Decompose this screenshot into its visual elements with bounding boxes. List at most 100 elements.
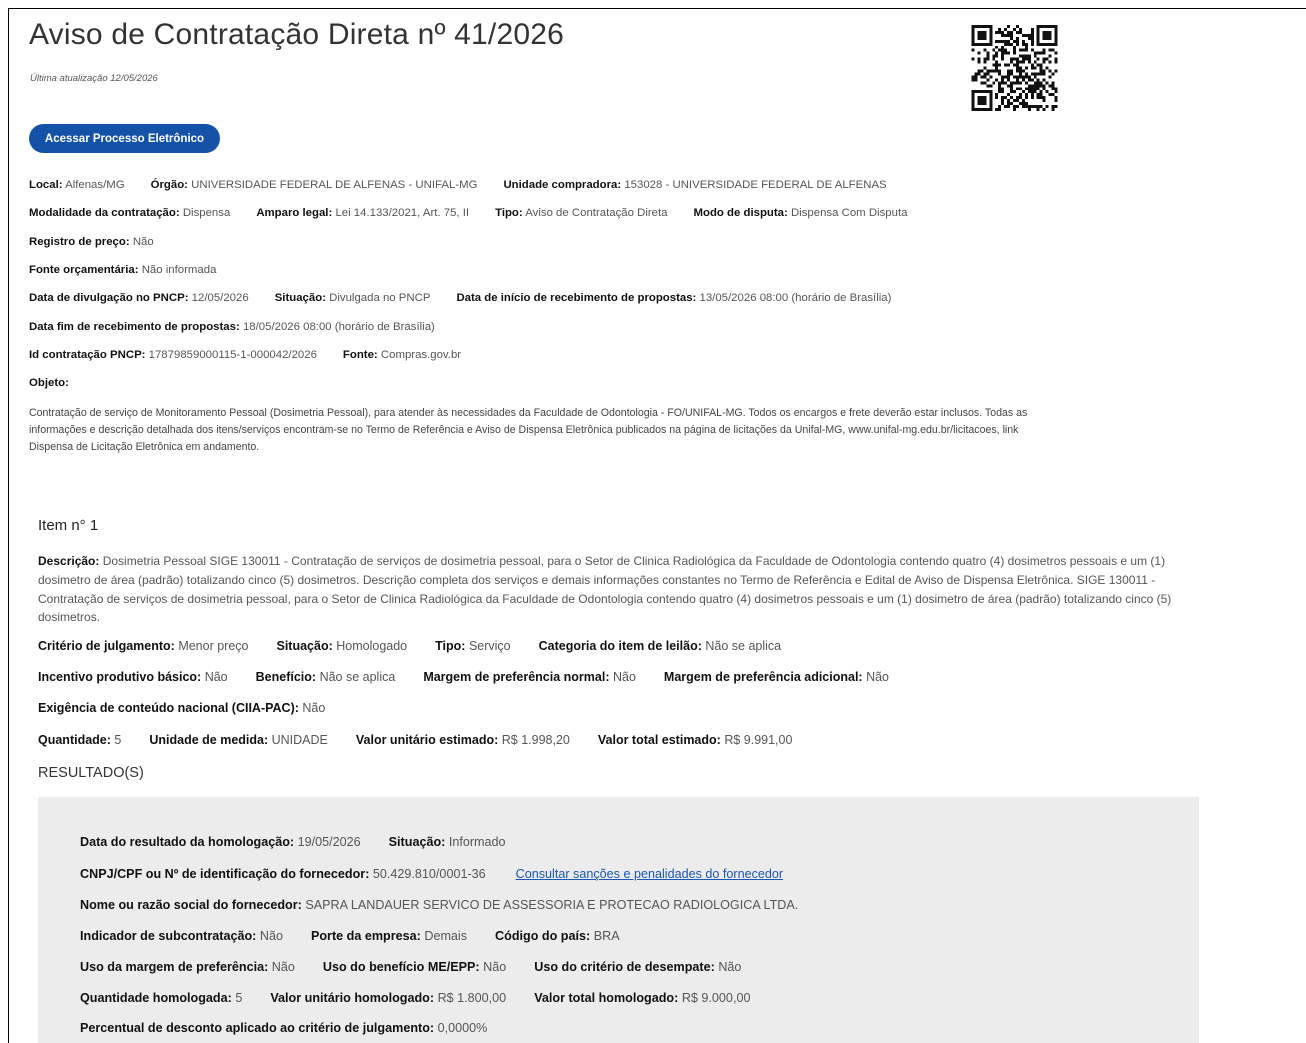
- field-label: Benefício:: [255, 670, 317, 684]
- field-unidade-compradora: Unidade compradora: 153028 - UNIVERSIDAD…: [503, 179, 886, 191]
- field-value: 19/05/2026: [297, 835, 361, 849]
- field-quantidade: Quantidade: 5: [38, 733, 121, 747]
- field-value: R$ 1.998,20: [501, 733, 570, 747]
- field-unidade-de-medida: Unidade de medida: UNIDADE: [149, 733, 328, 747]
- field-orgao: Órgão: UNIVERSIDADE FEDERAL DE ALFENAS -…: [151, 179, 478, 191]
- field-label: Quantidade:: [38, 733, 111, 747]
- field-label: Modo de disputa:: [693, 207, 788, 219]
- field-value: Não: [259, 929, 283, 943]
- field-label: Critério de julgamento:: [38, 639, 175, 653]
- field-label: Indicador de subcontratação:: [80, 929, 257, 943]
- field-nome-ou-razao-social-do-fornecedor: Nome ou razão social do fornecedor: SAPR…: [80, 898, 798, 912]
- result-panel: Data do resultado da homologação: 19/05/…: [38, 797, 1199, 1043]
- field-label: Local:: [29, 179, 63, 191]
- item-title: Item n° 1: [38, 517, 99, 534]
- item-description-label: Descrição:: [38, 554, 100, 568]
- objeto-text: Contratação de serviço de Monitoramento …: [29, 407, 1028, 453]
- field-value: Não: [483, 960, 507, 974]
- item-description: Descrição: Dosimetria Pessoal SIGE 13001…: [38, 552, 1203, 627]
- field-label: Data de divulgação no PNCP:: [29, 292, 189, 304]
- field-data-de-divulgacao-no-pncp: Data de divulgação no PNCP: 12/05/2026: [29, 292, 249, 304]
- field-valor-unitario-estimado: Valor unitário estimado: R$ 1.998,20: [356, 733, 570, 747]
- field-value: Divulgada no PNCP: [329, 292, 431, 304]
- field-value: Não: [271, 960, 295, 974]
- item-description-text: Dosimetria Pessoal SIGE 130011 - Contrat…: [38, 554, 1172, 625]
- field-value: Homologado: [336, 639, 408, 653]
- field-local: Local: Alfenas/MG: [29, 179, 125, 191]
- field-valor-total-estimado: Valor total estimado: R$ 9.991,00: [598, 733, 793, 747]
- field-label: Valor total estimado:: [597, 733, 721, 747]
- prow-line: Data do resultado da homologação: 19/05/…: [80, 835, 534, 849]
- field-margem-de-preferencia-adicional: Margem de preferência adicional: Não: [664, 670, 889, 684]
- field-registro-de-preco: Registro de preço: Não: [29, 236, 154, 248]
- field-label: Categoria do item de leilão:: [538, 639, 702, 653]
- field-value: BRA: [593, 929, 620, 943]
- field-value: Não informada: [141, 264, 217, 276]
- field-value: Não: [302, 701, 326, 715]
- field-label: Fonte:: [342, 349, 378, 361]
- field-label: Valor unitário homologado:: [270, 991, 435, 1005]
- field-value: Não: [132, 236, 154, 248]
- field-value: Compras.gov.br: [380, 349, 462, 361]
- field-label: Uso da margem de preferência:: [80, 960, 269, 974]
- field-uso-da-margem-de-preferencia: Uso da margem de preferência: Não: [80, 960, 295, 974]
- field-label: Órgão:: [150, 179, 188, 191]
- row-line: Registro de preço: Não: [29, 236, 180, 248]
- field-id-contratacao-pncp: Id contratação PNCP: 17879859000115-1-00…: [29, 349, 317, 361]
- prow-line: Percentual de desconto aplicado ao crité…: [80, 1021, 515, 1035]
- row-line: Data de divulgação no PNCP: 12/05/2026 Si…: [29, 292, 917, 304]
- field-label: Quantidade homologada:: [80, 991, 232, 1005]
- field-situacao: Situação: Divulgada no PNCP: [275, 292, 431, 304]
- field-value: Lei 14.133/2021, Art. 75, II: [335, 207, 470, 219]
- field-tipo: Tipo: Serviço: [435, 639, 511, 653]
- field-label: Valor total homologado:: [534, 991, 679, 1005]
- field-value: R$ 9.000,00: [681, 991, 751, 1005]
- field-value: Não se aplica: [319, 670, 396, 684]
- field-label: Código do país:: [495, 929, 591, 943]
- field-label: Data do resultado da homologação:: [80, 835, 295, 849]
- field-value: SAPRA LANDAUER SERVICO DE ASSESSORIA E P…: [305, 898, 799, 912]
- field-label: Data fim de recebimento de propostas:: [29, 321, 240, 333]
- field-value: Não: [612, 670, 636, 684]
- field-value: Demais: [424, 929, 468, 943]
- field-label: Tipo:: [495, 207, 523, 219]
- prow-line: Quantidade homologada: 5 Valor unitário h…: [80, 991, 778, 1005]
- field-exigencia-de-conteudo-nacional-ciia-pac: Exigência de conteúdo nacional (CIIA-PAC…: [38, 701, 325, 715]
- field-value: 50.429.810/0001-36: [372, 867, 486, 881]
- field-situacao: Situação: Informado: [389, 835, 506, 849]
- field-label: Tipo:: [435, 639, 466, 653]
- field-value: UNIDADE: [271, 733, 328, 747]
- field-value: Não se aplica: [705, 639, 782, 653]
- prow-line: Uso da margem de preferência: Não Uso do …: [80, 960, 769, 974]
- row-line: Id contratação PNCP: 17879859000115-1-00…: [29, 349, 487, 361]
- last-update: Última atualização 12/05/2026: [30, 73, 158, 84]
- field-value: Serviço: [468, 639, 511, 653]
- field-situacao: Situação: Homologado: [277, 639, 408, 653]
- field-label: Nome ou razão social do fornecedor:: [80, 898, 302, 912]
- row-line: Modalidade da contratação: Dispensa Ampar…: [29, 207, 933, 219]
- field-fonte-orcamentaria: Fonte orçamentária: Não informada: [29, 264, 216, 276]
- prow-line: Indicador de subcontratação: Não Porte da…: [80, 929, 648, 943]
- field-label: CNPJ/CPF ou Nº de identificação do forne…: [80, 867, 370, 881]
- field-label: Valor unitário estimado:: [355, 733, 499, 747]
- field-label: Amparo legal:: [256, 207, 333, 219]
- consult-sanctions-link[interactable]: Consultar sanções e penalidades do forne…: [516, 867, 783, 881]
- row-line: Objeto:: [29, 377, 95, 389]
- field-label: Incentivo produtivo básico:: [38, 670, 202, 684]
- row2-line: Quantidade: 5 Unidade de medida: UNIDADE V…: [38, 733, 820, 747]
- field-label: Id contratação PNCP:: [29, 349, 146, 361]
- prow-line: CNPJ/CPF ou Nº de identificação do forne…: [80, 867, 783, 881]
- field-value: Dispensa: [182, 207, 231, 219]
- open-electronic-process-button[interactable]: Acessar Processo Eletrônico: [29, 124, 220, 153]
- field-data-fim-de-recebimento-de-propostas: Data fim de recebimento de propostas: 18…: [29, 321, 435, 333]
- row-line: Local: Alfenas/MG Órgão: UNIVERSIDADE FED…: [29, 179, 913, 191]
- field-data-de-inicio-de-recebimento-de-propostas: Data de início de recebimento de propost…: [456, 292, 891, 304]
- row-line: Fonte orçamentária: Não informada: [29, 264, 242, 276]
- field-label: Porte da empresa:: [310, 929, 421, 943]
- field-modalidade-da-contratacao: Modalidade da contratação: Dispensa: [29, 207, 230, 219]
- field-value: Não: [866, 670, 890, 684]
- field-label: Fonte orçamentária:: [29, 264, 139, 276]
- row-line: Data fim de recebimento de propostas: 18…: [29, 321, 461, 333]
- field-label: Situação:: [276, 639, 333, 653]
- field-valor-unitario-homologado: Valor unitário homologado: R$ 1.800,00: [270, 991, 506, 1005]
